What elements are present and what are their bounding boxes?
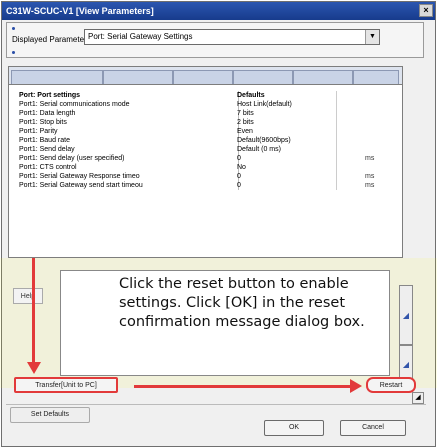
table-row[interactable]: Port1: Stop bits 2 bits: [19, 118, 391, 127]
scroll-arrow-icon[interactable]: ◢: [412, 392, 424, 404]
displayed-parameter-select[interactable]: Port: Serial Gateway Settings ▼: [84, 29, 380, 45]
table-row[interactable]: Port1: Parity Even: [19, 127, 391, 136]
instruction-callout: Click the reset button to enable setting…: [60, 270, 390, 376]
row-name: Port1: Serial Gateway Response timeo: [19, 172, 239, 181]
table-row[interactable]: Port1: Baud rate Default(9600bps): [19, 136, 391, 145]
tab-4[interactable]: [233, 70, 293, 84]
row-name: Port1: Send delay (user specified): [19, 154, 239, 163]
column-header-value: Defaults: [237, 91, 337, 100]
parameter-table: Port: Port settings Defaults Port1: Seri…: [19, 91, 391, 190]
chevron-down-icon[interactable]: ▼: [365, 30, 379, 44]
bullet-icon: [12, 27, 15, 30]
table-row[interactable]: Port1: Data length 7 bits: [19, 109, 391, 118]
close-icon[interactable]: ×: [419, 4, 433, 17]
tab-1[interactable]: [11, 70, 103, 84]
scroll-arrow-icon[interactable]: ◢: [399, 285, 413, 345]
row-name: Port1: Serial communications mode: [19, 100, 239, 109]
transfer-unit-to-pc-button[interactable]: Transfer[Unit to PC]: [14, 377, 118, 393]
bullet-icon: [12, 51, 15, 54]
row-value[interactable]: 0: [237, 154, 337, 163]
tab-6[interactable]: [353, 70, 399, 84]
table-row[interactable]: Port1: Serial communications mode Host L…: [19, 100, 391, 109]
divider: [6, 404, 426, 405]
tab-3[interactable]: [173, 70, 233, 84]
arrow-right-icon: [350, 379, 362, 393]
cancel-button[interactable]: Cancel: [340, 420, 406, 436]
annotation-arrow-right: [134, 385, 352, 388]
annotation-arrow-down: [32, 258, 35, 366]
row-value[interactable]: 0: [237, 181, 337, 190]
row-name: Port1: CTS control: [19, 163, 239, 172]
row-value[interactable]: Default (0 ms): [237, 145, 337, 154]
restart-button[interactable]: Restart: [366, 377, 416, 393]
row-name: Port1: Send delay: [19, 145, 239, 154]
row-unit: ms: [365, 155, 375, 162]
arrow-down-icon: [27, 362, 41, 374]
table-row[interactable]: Port1: Serial Gateway send start timeou …: [19, 181, 391, 190]
column-header-name: Port: Port settings: [19, 91, 239, 100]
row-name: Port1: Data length: [19, 109, 239, 118]
row-name: Port1: Serial Gateway send start timeou: [19, 181, 239, 190]
row-value[interactable]: 0: [237, 172, 337, 181]
table-row[interactable]: Port1: Serial Gateway Response timeo 0 m…: [19, 172, 391, 181]
tab-5[interactable]: [293, 70, 353, 84]
displayed-parameter-value: Port: Serial Gateway Settings: [88, 32, 193, 41]
window-title: C31W-SCUC-V1 [View Parameters]: [6, 6, 154, 16]
row-unit: ms: [365, 173, 375, 180]
row-value[interactable]: 7 bits: [237, 109, 337, 118]
ok-button[interactable]: OK: [264, 420, 324, 436]
table-header: Port: Port settings Defaults: [19, 91, 391, 100]
row-name: Port1: Stop bits: [19, 118, 239, 127]
title-bar: C31W-SCUC-V1 [View Parameters] ×: [2, 2, 435, 20]
row-value[interactable]: Host Link(default): [237, 100, 337, 109]
row-name: Port1: Parity: [19, 127, 239, 136]
row-value[interactable]: Default(9600bps): [237, 136, 337, 145]
row-name: Port1: Baud rate: [19, 136, 239, 145]
row-value[interactable]: Even: [237, 127, 337, 136]
tab-2[interactable]: [103, 70, 173, 84]
displayed-parameter-label: Displayed Parameter: [12, 35, 87, 44]
parameter-table-panel: Port: Port settings Defaults Port1: Seri…: [8, 66, 403, 258]
row-value[interactable]: No: [237, 163, 337, 172]
tab-strip: [9, 67, 402, 85]
table-row[interactable]: Port1: Send delay Default (0 ms): [19, 145, 391, 154]
instruction-text: Click the reset button to enable setting…: [119, 276, 365, 330]
table-row[interactable]: Port1: Send delay (user specified) 0 ms: [19, 154, 391, 163]
row-value[interactable]: 2 bits: [237, 118, 337, 127]
set-defaults-button[interactable]: Set Defaults: [10, 407, 90, 423]
help-button[interactable]: Help: [13, 288, 43, 304]
row-unit: ms: [365, 182, 375, 189]
table-row[interactable]: Port1: CTS control No: [19, 163, 391, 172]
